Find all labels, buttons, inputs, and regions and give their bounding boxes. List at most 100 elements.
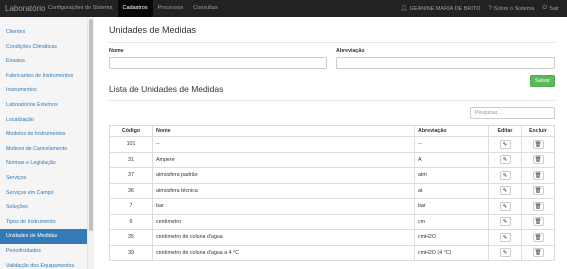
pencil-icon[interactable]: ✎ <box>499 186 511 196</box>
sidebar-item-servicos[interactable]: Serviços <box>0 171 87 186</box>
about-link[interactable]: ? Sobre o Sistema <box>484 6 538 12</box>
sidebar-scrollbar[interactable] <box>88 17 94 269</box>
pencil-icon[interactable]: ✎ <box>499 217 511 227</box>
sidebar-item-modelos[interactable]: Modelos de Instrumentos <box>0 127 87 142</box>
sidebar-item-laboratorios[interactable]: Laboratórios Externos <box>0 98 87 113</box>
abrev-label: Abreviação <box>336 48 365 54</box>
list-title: Lista de Unidades de Medidas <box>109 84 224 94</box>
sidebar-item-validacao[interactable]: Validação dos Equipamentos <box>0 259 87 269</box>
cell-codigo: 7 <box>109 198 153 215</box>
divider <box>109 42 555 43</box>
cell-nome: Ampere <box>152 151 415 168</box>
main-nav: Configurações do Sistema Cadastros Proce… <box>43 0 223 17</box>
nav-right: 👤︎ GEANINE MARIA DE BRITO ? Sobre o Sist… <box>396 0 567 17</box>
cell-edit: ✎ <box>488 151 522 168</box>
user-menu[interactable]: 👤︎ GEANINE MARIA DE BRITO <box>396 5 484 13</box>
sidebar-item-motivos[interactable]: Motivos de Cancelamento <box>0 142 87 157</box>
pencil-icon[interactable]: ✎ <box>499 139 511 149</box>
nav-processos[interactable]: Processos <box>153 0 189 17</box>
cell-codigo: 37 <box>109 167 153 184</box>
cell-abreviacao: at <box>414 182 489 199</box>
search-row: Pesquisar... <box>109 107 555 119</box>
table-row: 101 -- -- ✎ 🗑︎ <box>109 136 555 153</box>
cell-delete: 🗑︎ <box>521 229 555 246</box>
trash-icon[interactable]: 🗑︎ <box>532 217 544 227</box>
pencil-icon[interactable]: ✎ <box>499 232 511 242</box>
pencil-icon[interactable]: ✎ <box>499 201 511 211</box>
sidebar-item-tipos[interactable]: Tipos de Instrumento <box>0 215 87 230</box>
cell-abreviacao: bar <box>414 198 489 215</box>
col-editar: Editar <box>488 125 522 137</box>
abrev-group: Abreviação <box>336 48 555 69</box>
col-codigo: Código <box>109 125 153 137</box>
search-input[interactable]: Pesquisar... <box>470 107 555 119</box>
divider <box>109 100 555 101</box>
cell-edit: ✎ <box>488 136 522 153</box>
table-row: 6 centímetro cm ✎ 🗑︎ <box>109 213 555 230</box>
trash-icon[interactable]: 🗑︎ <box>532 248 544 258</box>
cell-nome: atmosfera padrão <box>152 167 415 184</box>
pencil-icon[interactable]: ✎ <box>499 155 511 165</box>
cell-delete: 🗑︎ <box>521 151 555 168</box>
abrev-input[interactable] <box>336 57 555 69</box>
sidebar-item-servicos-campo[interactable]: Serviços em Campo <box>0 186 87 201</box>
cell-nome: bar <box>152 198 415 215</box>
cell-abreviacao: cmH2O <box>414 229 489 246</box>
cell-delete: 🗑︎ <box>521 213 555 230</box>
sidebar-item-ensaios[interactable]: Ensaios <box>0 54 87 69</box>
pencil-icon[interactable]: ✎ <box>499 170 511 180</box>
name-label: Nome <box>109 48 124 54</box>
logout-label: Sair <box>549 5 559 12</box>
cell-delete: 🗑︎ <box>521 167 555 184</box>
trash-icon[interactable]: 🗑︎ <box>532 232 544 242</box>
pencil-icon[interactable]: ✎ <box>499 248 511 258</box>
sidebar-item-normas[interactable]: Normas e Legislação <box>0 156 87 171</box>
page-title: Unidades de Medidas <box>109 25 197 35</box>
name-group: Nome <box>109 48 327 69</box>
trash-icon[interactable]: 🗑︎ <box>532 155 544 165</box>
name-input[interactable] <box>109 57 327 69</box>
sidebar-item-localizacao[interactable]: Localização <box>0 113 87 128</box>
sidebar: Clientes Condições Climáticas Ensaios Fa… <box>0 17 88 269</box>
cell-abreviacao: A <box>414 151 489 168</box>
sidebar-item-periodicidades[interactable]: Periodicidades <box>0 244 87 259</box>
cell-edit: ✎ <box>488 182 522 199</box>
table-row: 37 atmosfera padrão atm ✎ 🗑︎ <box>109 167 555 184</box>
trash-icon[interactable]: 🗑︎ <box>532 170 544 180</box>
sidebar-item-instrumentos[interactable]: Instrumentos <box>0 83 87 98</box>
cell-abreviacao: -- <box>414 136 489 153</box>
nav-config[interactable]: Configurações do Sistema <box>43 0 118 17</box>
trash-icon[interactable]: 🗑︎ <box>532 139 544 149</box>
cell-codigo: 39 <box>109 244 153 261</box>
save-button[interactable]: Salvar <box>530 75 555 87</box>
sidebar-item-condicoes[interactable]: Condições Climáticas <box>0 40 87 55</box>
table-row: 39 centímetro de coluna d'agua a 4 °C cm… <box>109 244 555 261</box>
scrollbar-thumb[interactable] <box>89 19 93 231</box>
trash-icon[interactable]: 🗑︎ <box>532 201 544 211</box>
sidebar-item-solucoes[interactable]: Soluções <box>0 200 87 215</box>
sidebar-item-unidades[interactable]: Unidades de Medidas <box>0 229 87 244</box>
user-icon: 👤︎ <box>400 6 408 12</box>
col-excluir: Excluir <box>521 125 555 137</box>
table-header-row: Código Nome Abreviação Editar Excluir <box>109 125 555 137</box>
cell-codigo: 101 <box>109 136 153 153</box>
cell-codigo: 31 <box>109 151 153 168</box>
cell-delete: 🗑︎ <box>521 244 555 261</box>
cell-delete: 🗑︎ <box>521 182 555 199</box>
cell-edit: ✎ <box>488 244 522 261</box>
trash-icon[interactable]: 🗑︎ <box>532 186 544 196</box>
top-navbar: Laboratório Configurações do Sistema Cad… <box>0 0 567 17</box>
cell-abreviacao: atm <box>414 167 489 184</box>
app-brand[interactable]: Laboratório <box>0 4 45 13</box>
col-nome: Nome <box>152 125 415 137</box>
units-table: Código Nome Abreviação Editar Excluir 10… <box>109 125 555 261</box>
table-row: 7 bar bar ✎ 🗑︎ <box>109 198 555 215</box>
sidebar-item-clientes[interactable]: Clientes <box>0 25 87 40</box>
cell-edit: ✎ <box>488 198 522 215</box>
unit-form: Nome Abreviação <box>109 48 555 69</box>
nav-cadastros[interactable]: Cadastros <box>117 0 153 17</box>
cell-nome: centímetro <box>152 213 415 230</box>
logout-link[interactable]: ⏻ Sair <box>538 5 563 12</box>
nav-consultas[interactable]: Consultas <box>188 0 222 17</box>
sidebar-item-fabricantes[interactable]: Fabricantes de Instrumentos <box>0 69 87 84</box>
